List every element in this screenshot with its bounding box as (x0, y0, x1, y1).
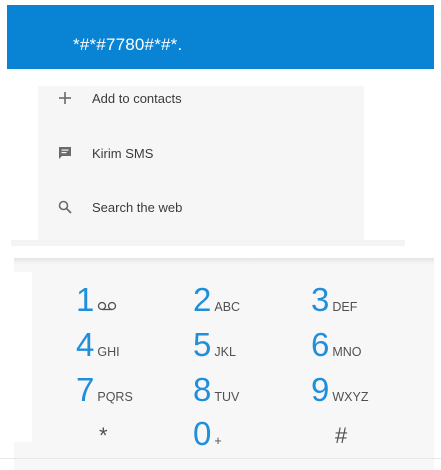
search-web-label: Search the web (92, 199, 183, 215)
key-star[interactable]: * (99, 410, 108, 450)
key-letters: ABC (214, 300, 241, 314)
key-0[interactable]: 0 + (193, 410, 222, 450)
dialpad-shadow (14, 258, 434, 264)
dialed-number[interactable]: *#*#7780#*#*. (73, 35, 182, 55)
key-letters: DEF (332, 300, 358, 314)
key-letters: MNO (332, 345, 362, 359)
key-3[interactable]: 3 DEF (311, 276, 357, 316)
key-digit: 3 (311, 281, 330, 318)
key-digit: 6 (311, 326, 330, 363)
voicemail-icon (97, 300, 117, 316)
key-digit: 9 (311, 371, 330, 408)
key-digit: 4 (76, 326, 95, 363)
dialer-screen: *#*#7780#*#*. Add to contacts Kirim SMS (0, 0, 441, 470)
key-digit: 1 (76, 281, 95, 318)
key-5[interactable]: 5 JKL (193, 321, 236, 361)
send-sms-item[interactable]: Kirim SMS (38, 133, 364, 173)
send-sms-label: Kirim SMS (92, 145, 154, 161)
plus-icon (56, 89, 74, 107)
dialed-number-bar[interactable] (7, 5, 434, 69)
key-digit: 2 (193, 281, 212, 318)
search-icon (56, 198, 74, 216)
key-hash[interactable]: # (335, 410, 347, 450)
search-web-item[interactable]: Search the web (38, 187, 364, 227)
key-letters: WXYZ (332, 390, 369, 404)
key-7[interactable]: 7 PQRS (76, 366, 133, 406)
key-2[interactable]: 2 ABC (193, 276, 240, 316)
key-letters: TUV (214, 390, 240, 404)
key-digit: 0 (193, 415, 212, 452)
key-1[interactable]: 1 (76, 276, 117, 316)
key-digit: # (335, 423, 348, 448)
dialpad-edge (14, 272, 32, 442)
key-letters: + (214, 434, 222, 448)
key-letters: GHI (97, 345, 120, 359)
key-letters: PQRS (97, 390, 133, 404)
add-to-contacts-label: Add to contacts (92, 90, 182, 106)
key-9[interactable]: 9 WXYZ (311, 366, 368, 406)
key-digit: 7 (76, 371, 95, 408)
key-6[interactable]: 6 MNO (311, 321, 362, 361)
key-digit: 5 (193, 326, 212, 363)
key-digit: 8 (193, 371, 212, 408)
divider (11, 240, 405, 246)
key-4[interactable]: 4 GHI (76, 321, 120, 361)
message-icon (56, 144, 74, 162)
key-letters: JKL (214, 345, 236, 359)
add-to-contacts-item[interactable]: Add to contacts (38, 78, 364, 118)
key-digit: * (99, 423, 108, 448)
key-8[interactable]: 8 TUV (193, 366, 239, 406)
bottom-divider (0, 458, 441, 459)
